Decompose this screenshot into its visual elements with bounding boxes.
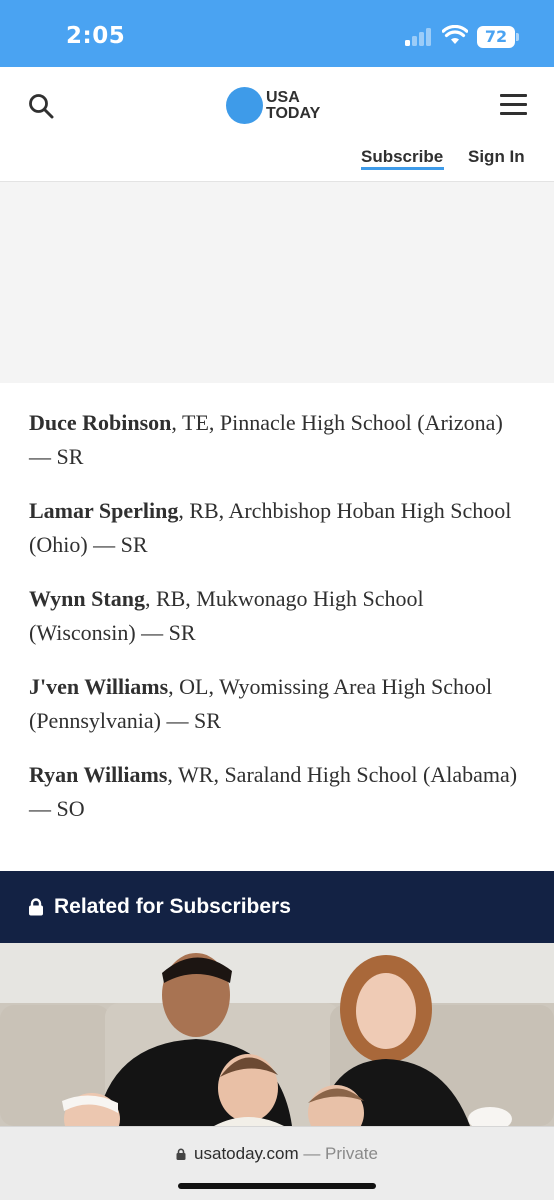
subscribe-link[interactable]: Subscribe	[361, 147, 443, 167]
cellular-signal-icon	[405, 28, 433, 46]
player-name: Lamar Sperling	[29, 498, 179, 523]
url-domain: usatoday.com	[194, 1144, 299, 1163]
sign-in-link[interactable]: Sign In	[468, 147, 525, 167]
home-indicator[interactable]	[178, 1183, 376, 1189]
status-time: 2:05	[66, 23, 126, 49]
battery-indicator: 72	[477, 26, 515, 48]
lock-icon	[29, 898, 43, 916]
article-body: Duce Robinson, TE, Pinnacle High School …	[29, 406, 529, 846]
site-header: USA TODAY Subscribe Sign In	[0, 67, 554, 182]
hamburger-menu-icon[interactable]	[500, 94, 527, 116]
logo-circle	[226, 87, 263, 124]
player-name: Ryan Williams	[29, 762, 168, 787]
url-lock-icon	[176, 1148, 186, 1160]
logo-line-2: TODAY	[266, 105, 321, 122]
player-entry: J'ven Williams, OL, Wyomissing Area High…	[29, 670, 529, 738]
player-entry: Ryan Williams, WR, Saraland High School …	[29, 758, 529, 826]
wifi-icon	[442, 25, 468, 44]
related-article-photo[interactable]	[0, 943, 554, 1126]
ad-placeholder	[0, 182, 554, 383]
player-name: Duce Robinson	[29, 410, 172, 435]
player-entry: Duce Robinson, TE, Pinnacle High School …	[29, 406, 529, 474]
player-entry: Wynn Stang, RB, Mukwonago High School (W…	[29, 582, 529, 650]
related-for-subscribers-header[interactable]: Related for Subscribers	[0, 871, 554, 943]
private-mode-label: — Private	[298, 1144, 378, 1163]
player-name: Wynn Stang	[29, 586, 145, 611]
battery-nub	[516, 33, 519, 41]
photo-illustration	[0, 943, 554, 1126]
logo-wordmark: USA TODAY	[266, 90, 320, 122]
logo-line-1: USA	[266, 89, 300, 106]
subscribe-underline	[361, 167, 444, 170]
player-entry: Lamar Sperling, RB, Archbishop Hoban Hig…	[29, 494, 529, 562]
browser-address-bar[interactable]: usatoday.com — Private	[0, 1126, 554, 1200]
player-name: J'ven Williams	[29, 674, 169, 699]
status-bar: 2:05 72	[0, 0, 554, 67]
url-row[interactable]: usatoday.com — Private	[0, 1144, 554, 1164]
related-title: Related for Subscribers	[54, 895, 291, 918]
search-icon[interactable]	[28, 93, 54, 119]
